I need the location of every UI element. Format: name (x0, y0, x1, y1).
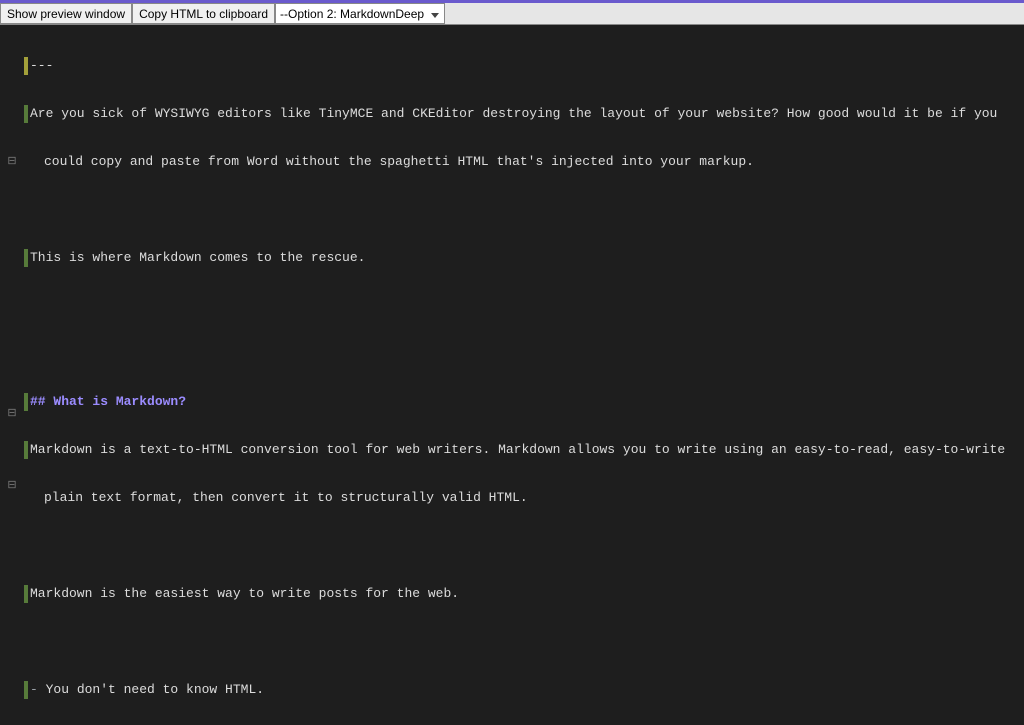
toolbar: Show preview window Copy HTML to clipboa… (0, 3, 1024, 25)
list-item: - You don't need to know HTML. (30, 681, 1024, 699)
code-area[interactable]: --- Are you sick of WYSIWYG editors like… (24, 25, 1024, 725)
fold-icon[interactable]: ⊟ (0, 405, 24, 423)
code-line: plain text format, then convert it to st… (30, 489, 1024, 507)
code-line: Are you sick of WYSIWYG editors like Tin… (30, 105, 1024, 123)
gutter: ⊟ ⊟ ⊟ (0, 25, 24, 725)
code-editor[interactable]: ⊟ ⊟ ⊟ --- Are you sick of WYSIWYG editor… (0, 25, 1024, 725)
fold-icon[interactable]: ⊟ (0, 153, 24, 171)
code-line: This is where Markdown comes to the resc… (30, 249, 1024, 267)
heading: ## What is Markdown? (30, 393, 1024, 411)
code-line: could copy and paste from Word without t… (30, 153, 1024, 171)
code-line: Markdown is the easiest way to write pos… (30, 585, 1024, 603)
copy-html-button[interactable]: Copy HTML to clipboard (132, 3, 275, 24)
code-line: --- (30, 57, 1024, 75)
fold-icon[interactable]: ⊟ (0, 477, 24, 495)
show-preview-button[interactable]: Show preview window (0, 3, 132, 24)
code-line: Markdown is a text-to-HTML conversion to… (30, 441, 1024, 459)
option-select[interactable]: --Option 2: MarkdownDeep (275, 3, 445, 24)
